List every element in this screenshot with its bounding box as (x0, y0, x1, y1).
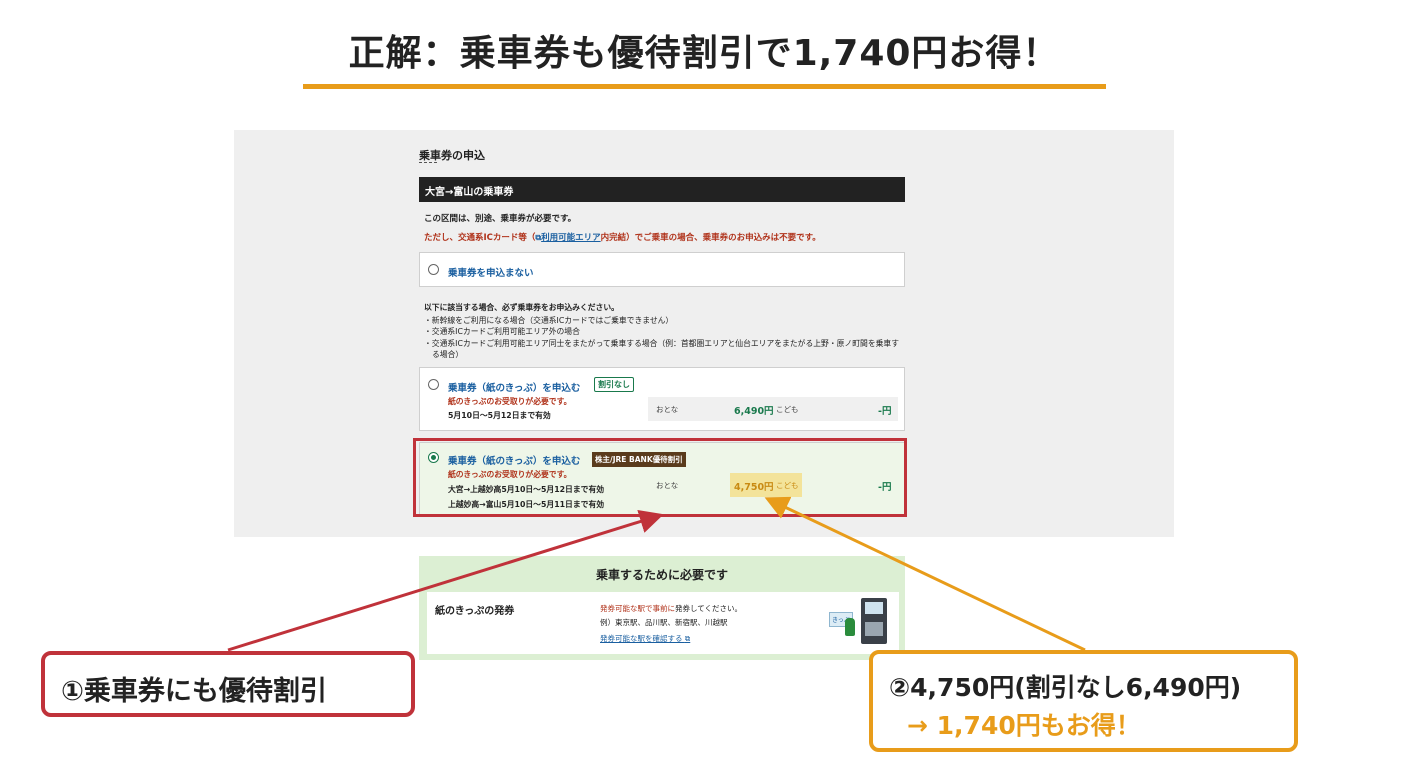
callout-savings: ②4,750円(割引なし6,490円) → 1,740円もお得！ (869, 650, 1298, 752)
callout-saving-amount: → 1,740円もお得！ (907, 711, 1141, 740)
station-examples: 例）東京駅、品川駅、新宿駅、川越駅 (600, 618, 728, 627)
pickup-note: 紙のきっぷのお受取りが必要です。 (448, 397, 572, 406)
fare-row: おとな 6,490円 こども -円 (648, 397, 898, 421)
requirement-card: 紙のきっぷの発券 発券可能な駅で事前に発券してください。 例）東京駅、品川駅、新… (427, 592, 899, 654)
form-title: 乗車券の申込 (419, 149, 485, 162)
condition-item: ・新幹線をご利用になる場合（交通系ICカードではご乗車できません） (424, 315, 674, 325)
ic-note-prefix: ただし、交通系ICカード等（ (424, 233, 536, 243)
child-label: こども (776, 405, 799, 414)
child-price: -円 (878, 406, 892, 417)
adult-price: 6,490円 (734, 406, 774, 417)
title-underline (419, 162, 437, 163)
hand-icon (845, 618, 855, 636)
option-regular-ticket[interactable]: 乗車券（紙のきっぷ）を申込む 割引なし 紙のきっぷのお受取りが必要です。 5月1… (419, 367, 905, 431)
boarding-requirement-panel: 乗車するために必要です 紙のきっぷの発券 発券可能な駅で事前に発券してください。… (419, 556, 905, 660)
conditions-list: 以下に該当する場合、必ず乗車券をお申込みください。 ・新幹線をご利用になる場合（… (424, 302, 902, 361)
validity-text: 5月10日〜5月12日まで有効 (448, 411, 551, 420)
machine-slot-icon (865, 622, 883, 636)
requirement-title: 乗車するために必要です (595, 568, 728, 582)
check-stations-link-text: 発券可能な駅を確認する (600, 634, 683, 643)
option-regular-label: 乗車券（紙のきっぷ）を申込む (448, 383, 581, 394)
condition-item: ・交通系ICカードご利用可能エリア同士をまたがって乗車する場合（例：首都圏エリア… (424, 338, 900, 360)
machine-screen-icon (865, 602, 883, 614)
radio-regular-ticket[interactable] (428, 379, 439, 390)
no-discount-badge: 割引なし (594, 377, 634, 392)
condition-item: ・交通系ICカードご利用可能エリア外の場合 (424, 327, 580, 336)
adult-label: おとな (656, 405, 679, 414)
requirement-item: 紙のきっぷの発券 (435, 606, 515, 617)
conditions-lead: 以下に該当する場合、必ず乗車券をお申込みください。 (424, 303, 619, 312)
radio-no-ticket[interactable] (428, 264, 439, 275)
callout-discount: ①乗車券にも優待割引 (41, 651, 415, 717)
headline-underline (303, 84, 1106, 89)
ic-card-note: ただし、交通系ICカード等（⧉利用可能エリア内完結）でご乗車の場合、乗車券のお申… (424, 231, 821, 243)
check-stations-link[interactable]: 発券可能な駅を確認する ⧉ (600, 633, 690, 644)
option-no-ticket-label: 乗車券を申込まない (448, 268, 534, 279)
issue-instruction-rest: 発券してください。 (675, 604, 743, 613)
highlight-frame (413, 438, 907, 517)
ticket-required-note: この区間は、別途、乗車券が必要です。 (424, 214, 577, 224)
issue-instruction-red: 発券可能な駅で事前に (600, 604, 675, 613)
issue-instruction: 発券可能な駅で事前に発券してください。 (600, 603, 742, 614)
section-header: 大宮→富山の乗車券 (419, 177, 905, 202)
headline: 正解：乗車券も優待割引で1,740円お得！ (348, 33, 1060, 74)
option-no-ticket[interactable]: 乗車券を申込まない (419, 252, 905, 287)
ic-note-suffix: 内完結）でご乗車の場合、乗車券のお申込みは不要です。 (600, 233, 821, 243)
usable-area-link[interactable]: 利用可能エリア (541, 233, 601, 243)
external-link-icon: ⧉ (684, 634, 691, 643)
callout-price: ②4,750円(割引なし6,490円) (889, 673, 1242, 702)
